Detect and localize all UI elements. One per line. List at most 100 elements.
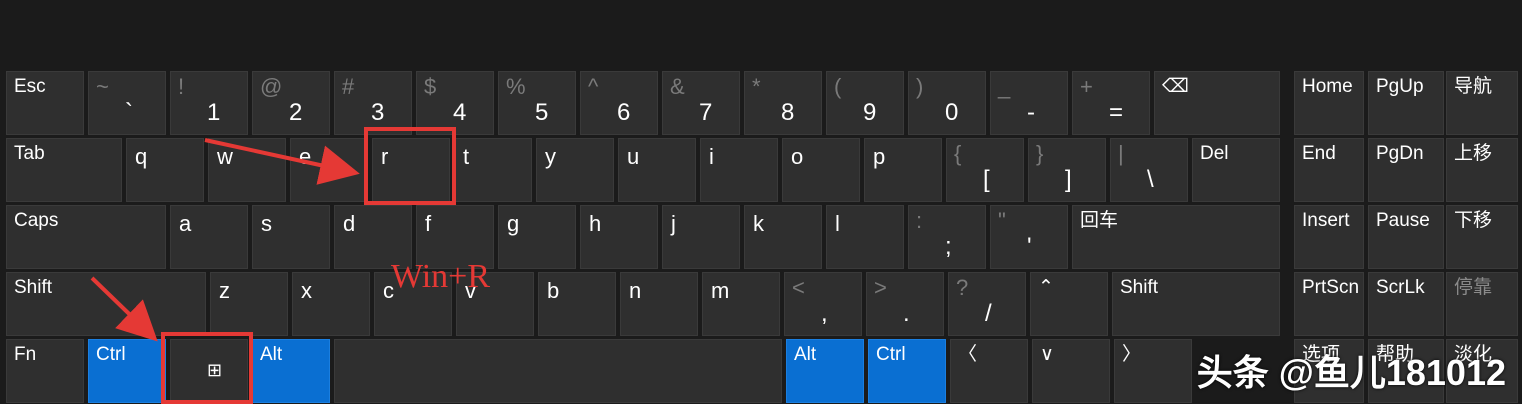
key-5[interactable]: % 5 (498, 71, 576, 135)
key-main-label: s (261, 211, 272, 236)
key-s[interactable]: s (252, 205, 330, 269)
key-scrlk[interactable]: ScrLk (1368, 272, 1444, 336)
key-e[interactable]: e (290, 138, 368, 202)
key-insert[interactable]: Insert (1294, 205, 1364, 269)
key-period[interactable]: >. (866, 272, 944, 336)
key-6[interactable]: ^ 6 (580, 71, 658, 135)
key-4[interactable]: $4 (416, 71, 494, 135)
key-b[interactable]: b (538, 272, 616, 336)
key-shift-label: " (998, 208, 1006, 233)
key-main-label: [ (983, 166, 990, 193)
key-g[interactable]: g (498, 205, 576, 269)
key-label: 回车 (1080, 210, 1119, 231)
key-0[interactable]: ) 0 (908, 71, 986, 135)
key-n[interactable]: n (620, 272, 698, 336)
key-left[interactable]: 〈 (950, 339, 1028, 403)
key-slash[interactable]: ? / (948, 272, 1026, 336)
key-rctrl[interactable]: Ctrl (868, 339, 946, 403)
key-j[interactable]: j (662, 205, 740, 269)
key-main-label: f (425, 211, 432, 236)
key-main-label: n (629, 278, 642, 303)
key-i[interactable]: i (700, 138, 778, 202)
key-label: 停靠 (1454, 277, 1493, 298)
key-lalt[interactable]: Alt (252, 339, 330, 403)
key-o[interactable]: o (782, 138, 860, 202)
key-comma[interactable]: <, (784, 272, 862, 336)
key-label: Alt (260, 344, 283, 365)
key-shift-label: ~ (96, 74, 109, 99)
key-m[interactable]: m (702, 272, 780, 336)
key-del[interactable]: Del (1192, 138, 1280, 202)
key-label: Fn (14, 344, 37, 365)
key-8[interactable]: * 8 (744, 71, 822, 135)
key-main-label: j (671, 211, 676, 236)
key-caps[interactable]: Caps (6, 205, 166, 269)
key-main-label: u (627, 144, 640, 169)
key-up[interactable]: ⌃ (1030, 272, 1108, 336)
key-q[interactable]: q (126, 138, 204, 202)
key-enter[interactable]: 回车 (1072, 205, 1280, 269)
key-tilde[interactable]: ~ ` (88, 71, 166, 135)
key-backslash[interactable]: | \ (1110, 138, 1188, 202)
key-home[interactable]: Home (1294, 71, 1364, 135)
key-l[interactable]: l (826, 205, 904, 269)
key-y[interactable]: y (536, 138, 614, 202)
key-nav[interactable]: 导航 (1446, 71, 1518, 135)
key-moveup[interactable]: 上移 (1446, 138, 1518, 202)
key-h[interactable]: h (580, 205, 658, 269)
key-ralt[interactable]: Alt (786, 339, 864, 403)
key-k[interactable]: k (744, 205, 822, 269)
key-t[interactable]: t (454, 138, 532, 202)
key-space[interactable] (334, 339, 782, 403)
key-end[interactable]: End (1294, 138, 1364, 202)
key-2[interactable]: @2 (252, 71, 330, 135)
key-main-label: \ (1147, 166, 1154, 193)
key-quote[interactable]: " ' (990, 205, 1068, 269)
key-right[interactable]: 〉 (1114, 339, 1192, 403)
key-main-label: w (217, 144, 233, 169)
key-esc[interactable]: Esc (6, 71, 84, 135)
key-pause[interactable]: Pause (1368, 205, 1444, 269)
key-a[interactable]: a (170, 205, 248, 269)
key-shift-label: & (670, 74, 685, 99)
key-x[interactable]: x (292, 272, 370, 336)
key-label: Shift (1120, 277, 1159, 298)
key-equal[interactable]: + = (1072, 71, 1150, 135)
key-label: PgDn (1376, 143, 1424, 164)
key-prtscn[interactable]: PrtScn (1294, 272, 1364, 336)
key-label: 上移 (1454, 143, 1493, 164)
key-main-label: h (589, 211, 602, 236)
key-tab[interactable]: Tab (6, 138, 122, 202)
key-9[interactable]: (9 (826, 71, 904, 135)
key-u[interactable]: u (618, 138, 696, 202)
key-minus[interactable]: _ - (990, 71, 1068, 135)
key-main-label: = (1109, 99, 1124, 126)
key-main-label: b (547, 278, 560, 303)
key-lctrl[interactable]: Ctrl (88, 339, 166, 403)
key-shift-label: ! (178, 74, 185, 99)
key-down[interactable]: ∨ (1032, 339, 1110, 403)
key-main-label: , (821, 300, 828, 327)
key-p[interactable]: p (864, 138, 942, 202)
key-1[interactable]: ! 1 (170, 71, 248, 135)
key-pgup[interactable]: PgUp (1368, 71, 1444, 135)
key-fn[interactable]: Fn (6, 339, 84, 403)
key-lbracket[interactable]: {[ (946, 138, 1024, 202)
key-movedown[interactable]: 下移 (1446, 205, 1518, 269)
key-dock[interactable]: 停靠 (1446, 272, 1518, 336)
key-pgdn[interactable]: PgDn (1368, 138, 1444, 202)
key-main-label: o (791, 144, 804, 169)
key-semicolon[interactable]: :; (908, 205, 986, 269)
key-lshift[interactable]: Shift (6, 272, 206, 336)
key-rshift[interactable]: Shift (1112, 272, 1280, 336)
key-3[interactable]: #3 (334, 71, 412, 135)
key-rbracket[interactable]: }] (1028, 138, 1106, 202)
key-main-label: e (299, 144, 312, 169)
key-7[interactable]: & 7 (662, 71, 740, 135)
key-w[interactable]: w (208, 138, 286, 202)
key-z[interactable]: z (210, 272, 288, 336)
key-backspace[interactable]: ⌫ (1154, 71, 1280, 135)
key-label: Insert (1302, 210, 1350, 231)
key-label: Alt (794, 344, 817, 365)
key-label: Esc (14, 76, 46, 97)
